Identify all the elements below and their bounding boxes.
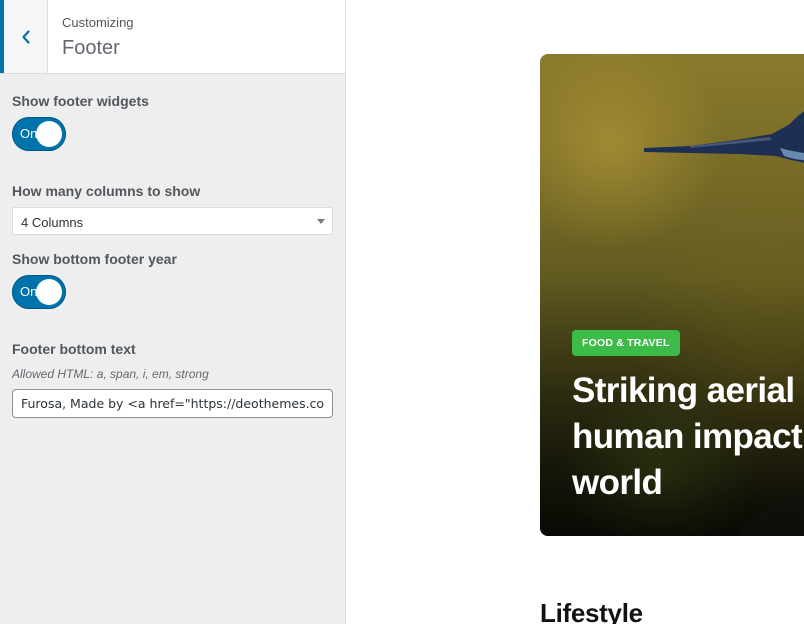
section-header: Customizing Footer [0,0,345,74]
toggle-state-text: On [20,126,38,141]
breadcrumb: Customizing [62,15,134,30]
show-bottom-year-label: Show bottom footer year [12,251,177,267]
toggle-knob [36,121,62,147]
footer-bottom-text-input[interactable] [12,389,333,418]
section-title: Footer [62,37,120,59]
back-button[interactable] [0,0,48,73]
show-footer-widgets-toggle[interactable]: On [12,117,66,151]
columns-selected-value: 4 Columns [21,215,84,230]
featured-post-card[interactable]: FOOD & TRAVEL Striking aerial p human im… [540,54,804,536]
footer-bottom-text-label: Footer bottom text [12,341,136,357]
category-badge[interactable]: FOOD & TRAVEL [572,330,680,356]
post-title-line: world [572,463,663,502]
toggle-knob [36,279,62,305]
show-bottom-year-toggle[interactable]: On [12,275,66,309]
show-footer-widgets-label: Show footer widgets [12,93,149,109]
post-title[interactable]: Striking aerial p human impact c world [572,368,804,506]
allowed-html-description: Allowed HTML: a, span, i, em, strong [12,367,209,381]
site-preview: FOOD & TRAVEL Striking aerial p human im… [346,0,804,624]
chevron-left-icon [21,29,30,44]
toggle-state-text: On [20,284,38,299]
caret-down-icon [317,219,325,224]
columns-label: How many columns to show [12,183,201,199]
customizer-sidebar: Customizing Footer Show footer widgets O… [0,0,346,624]
post-title-line: human impact c [572,417,804,456]
post-title-line: Striking aerial p [572,371,804,410]
lifestyle-section-heading: Lifestyle [540,598,643,624]
columns-select[interactable]: 4 Columns [12,207,333,235]
